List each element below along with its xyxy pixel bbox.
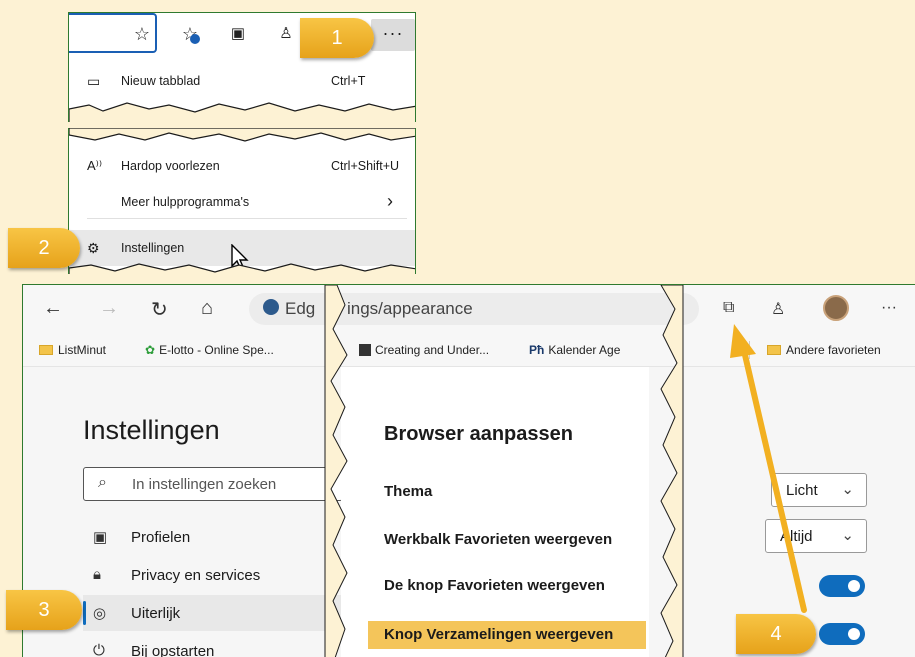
favorite-label: Creating and Under... (375, 343, 490, 357)
lock-icon: 🔒︎ (93, 566, 101, 583)
favorite-listminut[interactable]: ListMinut (39, 343, 106, 357)
folder-icon (39, 345, 53, 355)
site-icon (359, 344, 371, 356)
read-aloud-icon: A⁾⁾ (87, 158, 103, 173)
collections-button-toggle[interactable] (819, 623, 865, 645)
sidebar-item-label: Profielen (131, 529, 191, 546)
torn-edge (660, 285, 684, 657)
edge-logo-icon (263, 299, 279, 315)
settings-search-input[interactable]: ⌕ In instellingen zoeken (83, 467, 343, 501)
annotation-arrow (730, 324, 807, 613)
favorite-label: ListMinut (58, 343, 107, 357)
menu-item-new-tab[interactable]: ▭ Nieuw tabblad Ctrl+T (69, 61, 415, 101)
callout-badge-3: 3 (6, 590, 82, 630)
url-prefix: Edg (285, 299, 316, 318)
url-text: ings/appearance (347, 299, 473, 318)
favorite-label: E-lotto - Online Spe... (159, 343, 274, 357)
menu-item-label: Nieuw tabblad (121, 74, 201, 88)
forward-arrow-icon[interactable]: → (99, 297, 119, 320)
menu-item-shortcut: Ctrl+Shift+U (331, 159, 400, 173)
torn-edge (69, 102, 415, 122)
profile-icon: ▣ (93, 529, 108, 546)
refresh-icon[interactable]: ↻ (151, 297, 168, 322)
toggle-knob (848, 628, 860, 640)
favorites-icon[interactable]: ☆ (177, 21, 203, 47)
sidebar-item-label: Bij opstarten (131, 643, 215, 657)
menu-divider (87, 218, 407, 219)
favorites-button-toggle[interactable] (819, 575, 865, 597)
menu-item-label: Meer hulpprogramma's (121, 195, 250, 209)
more-options-icon[interactable]: ··· (881, 299, 897, 317)
more-options-button[interactable]: ··· (371, 19, 415, 51)
site-icon: Pħ (529, 343, 545, 357)
search-icon: ⌕ (98, 474, 107, 491)
callout-badge-2: 2 (8, 228, 80, 268)
toggle-knob (848, 580, 860, 592)
menu-item-label: Hardop voorlezen (121, 159, 220, 173)
browser-menu-bottom: A⁾⁾ Hardop voorlezen Ctrl+Shift+U Meer h… (68, 128, 416, 274)
sidebar-item-label: Privacy en services (131, 567, 261, 584)
gear-icon: ⚙ (87, 240, 100, 256)
menu-item-shortcut: Ctrl+T (331, 74, 366, 88)
favorite-creating[interactable]: Creating and Under... (359, 343, 489, 357)
section-title: Browser aanpassen (384, 423, 573, 445)
page-title: Instellingen (83, 415, 220, 445)
settings-panel (341, 367, 649, 657)
callout-badge-1: 1 (300, 18, 374, 58)
favorite-kalender[interactable]: Pħ Kalender Age (529, 343, 620, 357)
favorite-label: Kalender Age (548, 343, 621, 357)
palette-icon: ◎ (93, 605, 107, 622)
option-favorites-button-label: De knop Favorieten weergeven (384, 577, 605, 594)
chevron-right-icon: › (387, 191, 393, 211)
option-favorites-bar-label: Werkbalk Favorieten weergeven (384, 531, 613, 548)
power-icon: ⏻ (93, 642, 105, 657)
sidebar-item-label: Uiterlijk (131, 605, 181, 622)
address-bar[interactable] (249, 293, 699, 325)
feedback-icon[interactable]: ♙ (771, 299, 785, 319)
avatar[interactable] (823, 295, 849, 321)
clover-icon: ✿ (145, 343, 156, 357)
add-favorite-icon[interactable]: ☆ (129, 21, 155, 47)
chevron-down-icon: ⌄ (841, 527, 854, 544)
search-placeholder: In instellingen zoeken (132, 476, 277, 493)
torn-edge (69, 263, 415, 274)
chevron-down-icon: ⌄ (841, 481, 854, 498)
back-arrow-icon[interactable]: ← (43, 297, 63, 320)
option-theme-label: Thema (384, 483, 433, 500)
favorite-elotto[interactable]: ✿ E-lotto - Online Spe... (145, 343, 274, 357)
collections-icon[interactable]: ⧉ (723, 299, 734, 317)
feedback-icon[interactable]: ♙ (273, 21, 299, 47)
menu-item-more-tools[interactable]: Meer hulpprogramma's › (69, 182, 415, 222)
menu-item-label: Instellingen (121, 241, 185, 255)
menu-item-read-aloud[interactable]: A⁾⁾ Hardop voorlezen Ctrl+Shift+U (69, 146, 415, 186)
collections-icon[interactable]: ▣ (225, 21, 251, 47)
active-indicator (83, 601, 86, 625)
home-icon[interactable]: ⌂ (201, 297, 213, 320)
new-tab-icon: ▭ (87, 73, 101, 89)
torn-edge (324, 285, 348, 657)
callout-badge-4: 4 (736, 614, 816, 654)
option-collections-button-label: Knop Verzamelingen weergeven (384, 626, 614, 643)
torn-edge (69, 128, 415, 142)
